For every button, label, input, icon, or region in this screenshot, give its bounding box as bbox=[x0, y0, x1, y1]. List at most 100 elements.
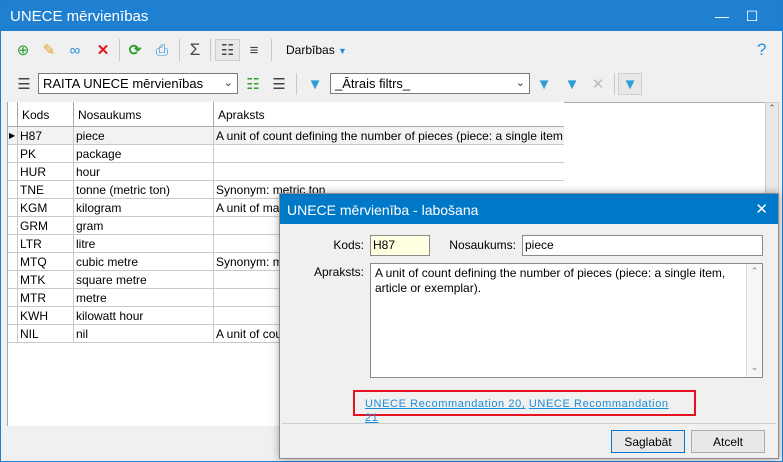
user-filter-icon[interactable]: ▼ bbox=[618, 73, 642, 95]
description-label: Apraksts: bbox=[313, 265, 364, 279]
divider bbox=[282, 423, 776, 424]
name-input[interactable]: piece bbox=[522, 235, 763, 256]
cell-description: A unit of count defining the number of p… bbox=[214, 127, 565, 145]
cell-code: LTR bbox=[18, 235, 74, 253]
cell-code: PK bbox=[18, 145, 74, 163]
add-record-icon[interactable]: ⊕ bbox=[13, 40, 33, 60]
divider bbox=[119, 39, 120, 61]
actions-menu[interactable]: Darbības ▼ bbox=[286, 43, 347, 57]
code-input[interactable]: H87 bbox=[370, 235, 430, 256]
scroll-up-icon[interactable]: ⌃ bbox=[747, 264, 762, 279]
unece-rec-20-link[interactable]: UNECE Recommandation 20, bbox=[365, 398, 526, 410]
view-list-icon[interactable]: ☰ bbox=[14, 74, 34, 94]
refresh-icon[interactable]: ⟳ bbox=[125, 40, 145, 60]
row-indicator-header bbox=[8, 102, 18, 127]
scroll-up-icon[interactable]: ⌃ bbox=[766, 103, 778, 114]
chevron-down-icon: ⌄ bbox=[515, 77, 525, 89]
window-title: UNECE mērvienības bbox=[10, 7, 149, 25]
add-view-icon[interactable]: ☷ bbox=[243, 74, 263, 94]
row-indicator bbox=[8, 325, 18, 343]
cell-name: kilowatt hour bbox=[74, 307, 214, 325]
delete-icon[interactable]: ✕ bbox=[93, 40, 113, 60]
row-indicator bbox=[8, 253, 18, 271]
row-indicator bbox=[8, 217, 18, 235]
current-row-icon: ▶ bbox=[8, 127, 18, 145]
cell-code: HUR bbox=[18, 163, 74, 181]
row-indicator bbox=[8, 145, 18, 163]
divider bbox=[614, 73, 615, 95]
row-indicator bbox=[8, 235, 18, 253]
table-row[interactable]: ▶ H87 piece A unit of count defining the nu… bbox=[8, 127, 565, 145]
row-indicator bbox=[8, 163, 18, 181]
cell-code: H87 bbox=[18, 127, 74, 145]
divider bbox=[271, 39, 272, 61]
cell-code: MTQ bbox=[18, 253, 74, 271]
cell-name: piece bbox=[74, 127, 214, 145]
cell-code: NIL bbox=[18, 325, 74, 343]
dialog-close-button[interactable]: ✕ bbox=[755, 200, 768, 218]
maximize-button[interactable]: ☐ bbox=[737, 1, 767, 31]
cell-name: hour bbox=[74, 163, 214, 181]
cell-name: litre bbox=[74, 235, 214, 253]
textarea-scrollbar[interactable]: ⌃ ⌄ bbox=[746, 264, 762, 377]
description-text: A unit of count defining the number of p… bbox=[375, 266, 726, 295]
table-row[interactable]: PK package bbox=[8, 145, 565, 163]
edit-record-icon[interactable]: ✎ bbox=[39, 40, 59, 60]
grid-view-icon[interactable]: ☷ bbox=[215, 39, 240, 61]
manage-views-icon[interactable]: ☰ bbox=[269, 74, 289, 94]
cell-name: tonne (metric ton) bbox=[74, 181, 214, 199]
description-textarea[interactable]: A unit of count defining the number of p… bbox=[370, 263, 763, 378]
row-indicator bbox=[8, 181, 18, 199]
cell-name: cubic metre bbox=[74, 253, 214, 271]
actions-label: Darbības bbox=[286, 43, 335, 57]
cell-name: nil bbox=[74, 325, 214, 343]
caret-down-icon: ▼ bbox=[338, 46, 347, 56]
cell-code: KGM bbox=[18, 199, 74, 217]
row-indicator bbox=[8, 307, 18, 325]
minimize-button[interactable]: — bbox=[707, 1, 737, 31]
column-header-nosaukums[interactable]: Nosaukums bbox=[74, 102, 214, 127]
row-indicator bbox=[8, 271, 18, 289]
cell-code: MTK bbox=[18, 271, 74, 289]
clear-filter-icon[interactable]: ✕ bbox=[588, 74, 608, 94]
cell-code: KWH bbox=[18, 307, 74, 325]
edit-unit-dialog: UNECE mērvienība - labošana ✕ Kods: H87 … bbox=[279, 193, 779, 459]
filter-edit-icon[interactable]: ▼ bbox=[305, 74, 325, 94]
cancel-button[interactable]: Atcelt bbox=[691, 430, 765, 453]
divider bbox=[210, 39, 211, 61]
name-label: Nosaukums: bbox=[449, 238, 516, 252]
cell-code: TNE bbox=[18, 181, 74, 199]
column-header-kods[interactable]: Kods bbox=[18, 102, 74, 127]
view-record-icon[interactable]: ∞ bbox=[65, 40, 85, 60]
add-filter-icon[interactable]: ▼ bbox=[534, 74, 554, 94]
cell-code: GRM bbox=[18, 217, 74, 235]
column-header-apraksts[interactable]: Apraksts bbox=[214, 102, 565, 127]
quick-filter-value: _Ātrais filtrs_ bbox=[335, 76, 411, 91]
dialog-title-bar: UNECE mērvienība - labošana bbox=[280, 194, 778, 224]
cell-name: package bbox=[74, 145, 214, 163]
code-label: Kods: bbox=[333, 238, 364, 252]
title-bar: UNECE mērvienības bbox=[1, 1, 782, 31]
cell-description bbox=[214, 145, 565, 163]
tree-view-icon[interactable]: ≡ bbox=[244, 40, 264, 60]
row-indicator bbox=[8, 199, 18, 217]
recommendation-links-highlight: UNECE Recommandation 20, UNECE Recommand… bbox=[353, 390, 696, 424]
cell-name: metre bbox=[74, 289, 214, 307]
chevron-down-icon: ⌄ bbox=[223, 77, 233, 89]
cell-description bbox=[214, 163, 565, 181]
view-select[interactable]: RAITA UNECE mērvienības ⌄ bbox=[38, 73, 238, 94]
divider bbox=[296, 73, 297, 95]
quick-filter-select[interactable]: _Ātrais filtrs_ ⌄ bbox=[330, 73, 530, 94]
cell-code: MTR bbox=[18, 289, 74, 307]
table-row[interactable]: HUR hour bbox=[8, 163, 565, 181]
cell-name: gram bbox=[74, 217, 214, 235]
help-icon[interactable]: ? bbox=[757, 40, 766, 60]
cell-name: square metre bbox=[74, 271, 214, 289]
filter-list-icon[interactable]: ▼ bbox=[562, 74, 582, 94]
cell-name: kilogram bbox=[74, 199, 214, 217]
scroll-down-icon[interactable]: ⌄ bbox=[747, 360, 762, 375]
print-icon[interactable]: ⎙ bbox=[152, 40, 172, 60]
save-button[interactable]: Saglabāt bbox=[611, 430, 685, 453]
sum-icon[interactable]: Σ bbox=[185, 40, 205, 60]
dialog-title: UNECE mērvienība - labošana bbox=[287, 202, 479, 218]
